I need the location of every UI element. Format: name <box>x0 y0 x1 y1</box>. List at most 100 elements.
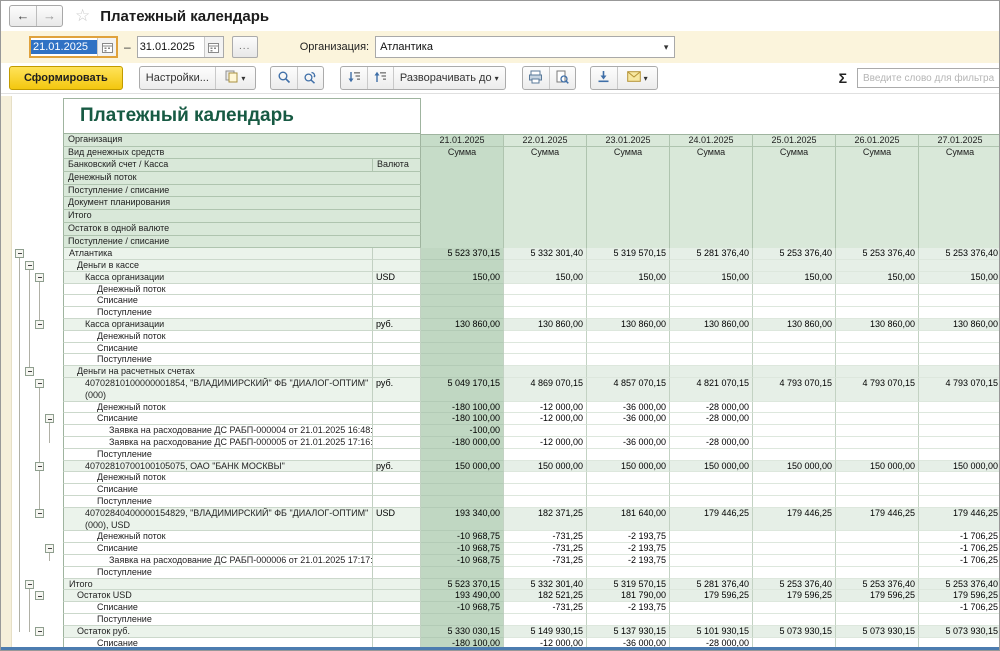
value-cell[interactable]: -2 193,75 <box>587 555 670 567</box>
table-row[interactable]: 40702840400000154829, "ВЛАДИМИРСКИЙ" ФБ … <box>11 508 999 532</box>
row-label-cell[interactable]: Денежный поток <box>63 531 373 543</box>
value-cell[interactable] <box>670 472 753 484</box>
value-cell[interactable] <box>421 354 504 366</box>
table-row[interactable]: Списание <box>11 343 999 355</box>
value-cell[interactable] <box>919 567 999 579</box>
date-to-value[interactable]: 31.01.2025 <box>138 40 204 54</box>
table-row[interactable]: Деньги на расчетных счетах <box>11 366 999 378</box>
value-cell[interactable]: -180 100,00 <box>421 413 504 425</box>
collapse-marker[interactable] <box>35 591 44 600</box>
value-cell[interactable] <box>919 354 999 366</box>
value-cell[interactable] <box>504 331 587 343</box>
value-cell[interactable]: 179 446,25 <box>753 508 836 532</box>
value-cell[interactable] <box>753 402 836 414</box>
row-label-cell[interactable]: Остаток руб. <box>63 626 373 638</box>
value-cell[interactable] <box>670 543 753 555</box>
row-label-cell[interactable]: Денежный поток <box>63 284 373 296</box>
value-cell[interactable] <box>670 343 753 355</box>
row-currency-cell[interactable] <box>373 590 421 602</box>
value-cell[interactable] <box>836 614 919 626</box>
value-cell[interactable] <box>919 295 999 307</box>
value-cell[interactable] <box>753 472 836 484</box>
favorite-star-icon[interactable]: ☆ <box>75 6 90 26</box>
row-currency-cell[interactable] <box>373 579 421 591</box>
report-variants-button[interactable]: ▾ <box>215 67 255 89</box>
value-cell[interactable]: -36 000,00 <box>587 437 670 449</box>
value-cell[interactable]: 4 869 070,15 <box>504 378 587 402</box>
value-cell[interactable]: 150 000,00 <box>670 461 753 473</box>
send-email-button[interactable]: ▾ <box>617 67 657 89</box>
value-cell[interactable] <box>836 402 919 414</box>
table-row[interactable]: Поступление <box>11 449 999 461</box>
value-cell[interactable]: 150 000,00 <box>587 461 670 473</box>
row-label-cell[interactable]: Поступление <box>63 354 373 366</box>
value-cell[interactable] <box>504 496 587 508</box>
value-cell[interactable] <box>919 437 999 449</box>
row-label-cell[interactable]: Касса организации <box>63 272 373 284</box>
value-cell[interactable]: 4 793 070,15 <box>753 378 836 402</box>
value-cell[interactable]: 193 490,00 <box>421 590 504 602</box>
value-cell[interactable]: 5 073 930,15 <box>919 626 999 638</box>
value-cell[interactable] <box>670 614 753 626</box>
value-cell[interactable] <box>587 295 670 307</box>
collapse-marker[interactable] <box>25 580 34 589</box>
row-currency-cell[interactable]: руб. <box>373 319 421 331</box>
value-cell[interactable]: 130 860,00 <box>421 319 504 331</box>
value-cell[interactable]: 5 101 930,15 <box>670 626 753 638</box>
value-cell[interactable]: 5 253 376,40 <box>836 579 919 591</box>
value-cell[interactable] <box>670 425 753 437</box>
value-cell[interactable] <box>421 614 504 626</box>
row-label-cell[interactable]: 40702840400000154829, "ВЛАДИМИРСКИЙ" ФБ … <box>63 508 373 532</box>
value-cell[interactable] <box>587 331 670 343</box>
value-cell[interactable] <box>587 472 670 484</box>
row-label-cell[interactable]: Атлантика <box>63 248 373 260</box>
value-cell[interactable]: -2 193,75 <box>587 602 670 614</box>
table-row[interactable]: Итого5 523 370,155 332 301,405 319 570,1… <box>11 579 999 591</box>
value-cell[interactable] <box>587 484 670 496</box>
value-cell[interactable] <box>753 437 836 449</box>
row-label-cell[interactable]: Заявка на расходование ДС РАБП-000006 от… <box>63 555 373 567</box>
value-cell[interactable] <box>670 307 753 319</box>
table-row[interactable]: Денежный поток <box>11 331 999 343</box>
value-cell[interactable]: 150,00 <box>587 272 670 284</box>
value-cell[interactable] <box>919 366 999 378</box>
value-cell[interactable] <box>670 295 753 307</box>
row-label-cell[interactable]: Касса организации <box>63 319 373 331</box>
value-cell[interactable] <box>919 484 999 496</box>
row-label-cell[interactable]: Денежный поток <box>63 402 373 414</box>
value-cell[interactable]: -1 706,25 <box>919 555 999 567</box>
table-row[interactable]: Заявка на расходование ДС РАБП-000006 от… <box>11 555 999 567</box>
value-cell[interactable]: 179 596,25 <box>836 590 919 602</box>
row-label-cell[interactable]: Поступление <box>63 496 373 508</box>
row-label-cell[interactable]: Денежный поток <box>63 331 373 343</box>
value-cell[interactable] <box>504 260 587 272</box>
row-currency-cell[interactable] <box>373 331 421 343</box>
value-cell[interactable] <box>421 260 504 272</box>
table-row[interactable]: Касса организацииUSD150,00150,00150,0015… <box>11 272 999 284</box>
value-cell[interactable]: 5 073 930,15 <box>836 626 919 638</box>
value-cell[interactable] <box>504 295 587 307</box>
value-cell[interactable] <box>421 449 504 461</box>
value-cell[interactable] <box>670 555 753 567</box>
value-cell[interactable]: 5 253 376,40 <box>836 248 919 260</box>
table-row[interactable]: 40702810100000001854, "ВЛАДИМИРСКИЙ" ФБ … <box>11 378 999 402</box>
value-cell[interactable]: 150 000,00 <box>504 461 587 473</box>
value-cell[interactable]: 5 137 930,15 <box>587 626 670 638</box>
value-cell[interactable] <box>587 366 670 378</box>
value-cell[interactable] <box>836 425 919 437</box>
row-currency-cell[interactable] <box>373 248 421 260</box>
value-cell[interactable] <box>836 496 919 508</box>
value-cell[interactable] <box>670 366 753 378</box>
value-cell[interactable]: 179 596,25 <box>919 590 999 602</box>
value-cell[interactable] <box>587 496 670 508</box>
value-cell[interactable] <box>836 284 919 296</box>
value-cell[interactable] <box>836 307 919 319</box>
value-cell[interactable] <box>504 425 587 437</box>
table-row[interactable]: Поступление <box>11 496 999 508</box>
value-cell[interactable]: -12 000,00 <box>504 413 587 425</box>
value-cell[interactable] <box>919 496 999 508</box>
value-cell[interactable]: 179 446,25 <box>670 508 753 532</box>
row-label-cell[interactable]: 40702810100000001854, "ВЛАДИМИРСКИЙ" ФБ … <box>63 378 373 402</box>
value-cell[interactable]: -180 100,00 <box>421 402 504 414</box>
value-cell[interactable] <box>919 284 999 296</box>
